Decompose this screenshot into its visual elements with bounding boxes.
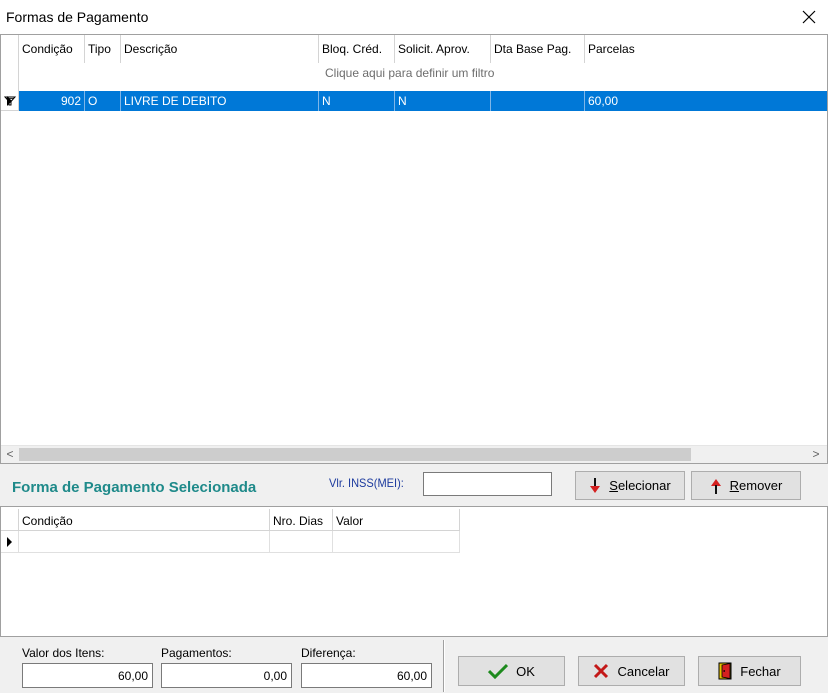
close-window-button[interactable]	[796, 3, 822, 31]
arrow-up-icon	[710, 478, 721, 494]
x-icon	[594, 663, 609, 679]
cell-nro-dias[interactable]	[270, 531, 333, 553]
payment-methods-grid[interactable]: Condição Tipo Descrição Bloq. Créd. Soli…	[0, 34, 828, 464]
door-exit-icon	[718, 662, 732, 680]
cancel-button[interactable]: Cancelar	[578, 656, 685, 686]
col-header-descricao[interactable]: Descrição	[121, 35, 319, 63]
remove-button[interactable]: Remover	[691, 471, 801, 500]
col-header-solicit-aprov[interactable]: Solicit. Aprov.	[395, 35, 491, 63]
col-header-bloq-cred[interactable]: Bloq. Créd.	[319, 35, 395, 63]
cell-parcelas: 60,00	[588, 94, 619, 108]
horizontal-scrollbar[interactable]: < >	[1, 445, 827, 463]
valor-itens-field[interactable]: 60,00	[22, 663, 153, 688]
select-button-label: Selecionar	[609, 478, 671, 493]
close-button[interactable]: Fechar	[698, 656, 801, 686]
valor-itens-label: Valor dos Itens:	[22, 646, 105, 660]
current-row-arrow-icon	[7, 96, 12, 106]
cell-dta-base-pag	[491, 91, 585, 111]
cell-condicao-2[interactable]	[19, 531, 270, 553]
row-indicator-2	[1, 531, 19, 553]
scrollbar-thumb[interactable]	[19, 448, 691, 461]
cancel-button-label: Cancelar	[617, 663, 670, 679]
grid2-corner	[1, 509, 19, 531]
filter-hint[interactable]: Clique aqui para definir um filtro	[325, 66, 494, 80]
inss-label: Vlr. INSS(MEI):	[329, 476, 404, 490]
window-title: Formas de Pagamento	[6, 9, 149, 25]
diferenca-field[interactable]: 60,00	[301, 663, 432, 688]
col-header-nro-dias[interactable]: Nro. Dias	[270, 509, 333, 531]
ok-button[interactable]: OK	[458, 656, 565, 686]
divider	[443, 640, 445, 692]
cell-tipo: O	[85, 91, 121, 111]
remove-button-label: Remover	[729, 478, 783, 493]
row-indicator	[1, 91, 19, 111]
ok-button-label: OK	[516, 663, 535, 679]
checkmark-icon	[488, 663, 509, 679]
current-row-arrow-icon	[7, 537, 12, 547]
col-header-dta-base-pag[interactable]: Dta Base Pag.	[491, 35, 585, 63]
col-header-parcelas[interactable]: Parcelas	[585, 35, 827, 63]
selected-payments-grid[interactable]: Condição Nro. Dias Valor	[0, 506, 828, 637]
inss-input[interactable]	[423, 472, 552, 496]
cell-solicit-aprov: N	[395, 91, 491, 111]
col-header-tipo[interactable]: Tipo	[85, 35, 121, 63]
cell-descricao: LIVRE DE DEBITO	[121, 91, 319, 111]
filter-row-indicator	[1, 63, 19, 106]
col-header-valor[interactable]: Valor	[333, 509, 460, 531]
cell-condicao: 902	[19, 91, 85, 111]
select-button[interactable]: Selecionar	[575, 471, 685, 500]
cell-valor[interactable]	[333, 531, 460, 553]
close-icon	[802, 10, 816, 24]
col-header-condicao[interactable]: Condição	[19, 35, 85, 63]
scroll-left-button[interactable]: <	[3, 447, 17, 463]
pagamentos-label: Pagamentos:	[161, 646, 232, 660]
title-bar: Formas de Pagamento	[0, 0, 828, 34]
table-row[interactable]: 902 O LIVRE DE DEBITO N N 60,00	[19, 91, 827, 111]
close-button-label: Fechar	[740, 663, 781, 679]
grid-corner	[1, 35, 19, 63]
cell-bloq-cred: N	[319, 91, 395, 111]
arrow-down-icon	[590, 477, 601, 493]
pagamentos-field[interactable]: 0,00	[161, 663, 292, 688]
scroll-right-button[interactable]: >	[809, 447, 823, 463]
diferenca-label: Diferença:	[301, 646, 356, 660]
selected-payment-heading: Forma de Pagamento Selecionada	[12, 479, 257, 496]
col-header-condicao-2[interactable]: Condição	[19, 509, 270, 531]
